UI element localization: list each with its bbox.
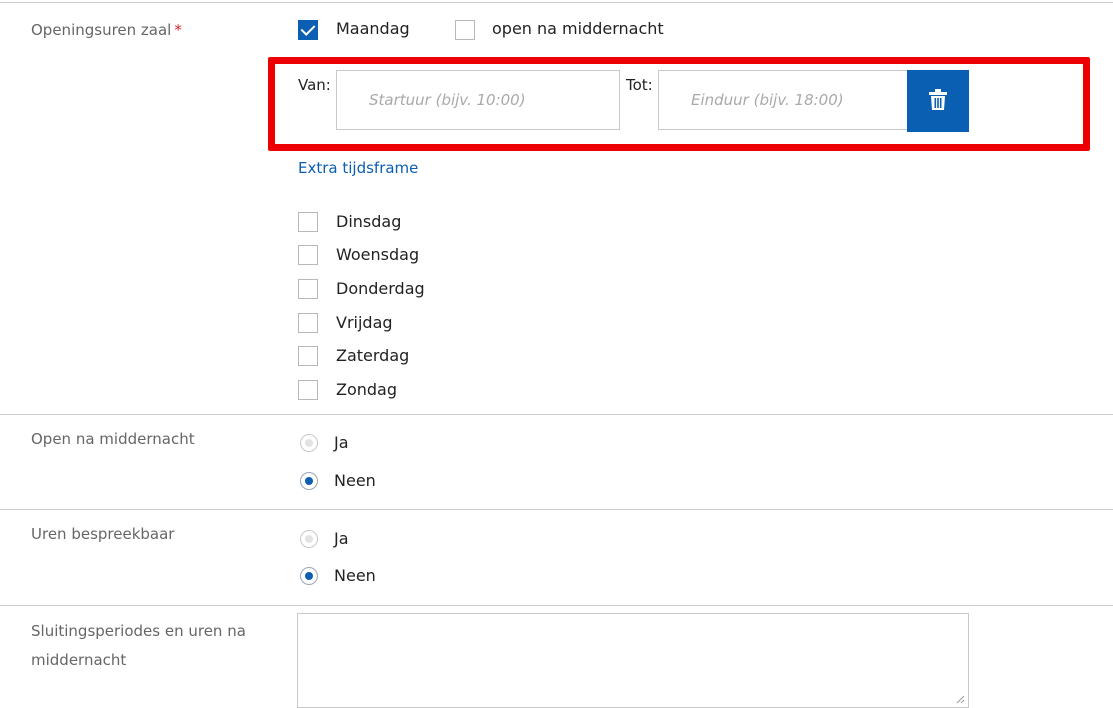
friday-checkbox[interactable]	[298, 313, 318, 333]
thursday-checkbox[interactable]	[298, 279, 318, 299]
open-after-midnight-no-radio[interactable]	[300, 472, 318, 490]
hours-negotiable-yes-radio[interactable]	[300, 530, 318, 548]
required-asterisk: *	[174, 21, 182, 39]
wednesday-label: Woensdag	[336, 245, 420, 264]
saturday-label: Zaterdag	[336, 346, 410, 365]
monday-checkbox[interactable]	[298, 20, 318, 40]
wednesday-checkbox[interactable]	[298, 245, 318, 265]
monday-label: Maandag	[336, 19, 410, 38]
hours-negotiable-yes-label: Ja	[334, 529, 349, 548]
tuesday-checkbox[interactable]	[298, 212, 318, 232]
opening-hours-label: Openingsuren zaal *	[31, 21, 182, 39]
after-midnight-label: open na middernacht	[492, 19, 664, 38]
after-midnight-checkbox[interactable]	[455, 20, 475, 40]
open-after-midnight-label: Open na middernacht	[31, 430, 195, 448]
saturday-checkbox[interactable]	[298, 346, 318, 366]
check-icon	[300, 21, 316, 36]
thursday-label: Donderdag	[336, 279, 425, 298]
closing-periods-textarea[interactable]	[297, 613, 969, 708]
closing-periods-label: Sluitingsperiodes en uren na middernacht	[31, 619, 246, 672]
open-after-midnight-no-label: Neen	[334, 471, 376, 490]
friday-label: Vrijdag	[336, 313, 393, 332]
hours-negotiable-no-radio[interactable]	[300, 567, 318, 585]
sunday-checkbox[interactable]	[298, 380, 318, 400]
sunday-label: Zondag	[336, 380, 398, 399]
closing-periods-label-line2: middernacht	[31, 651, 127, 669]
open-after-midnight-yes-radio[interactable]	[300, 434, 318, 452]
extra-timeframe-link[interactable]: Extra tijdsframe	[298, 158, 418, 178]
hours-negotiable-label: Uren bespreekbaar	[31, 525, 175, 543]
hours-negotiable-no-label: Neen	[334, 566, 376, 585]
closing-periods-label-line1: Sluitingsperiodes en uren na	[31, 622, 246, 640]
divider	[0, 509, 1113, 510]
divider-top	[0, 2, 1113, 3]
tuesday-label: Dinsdag	[336, 212, 402, 231]
highlight-box	[268, 57, 1090, 151]
divider	[0, 605, 1113, 606]
open-after-midnight-yes-label: Ja	[334, 433, 349, 452]
divider	[0, 414, 1113, 415]
